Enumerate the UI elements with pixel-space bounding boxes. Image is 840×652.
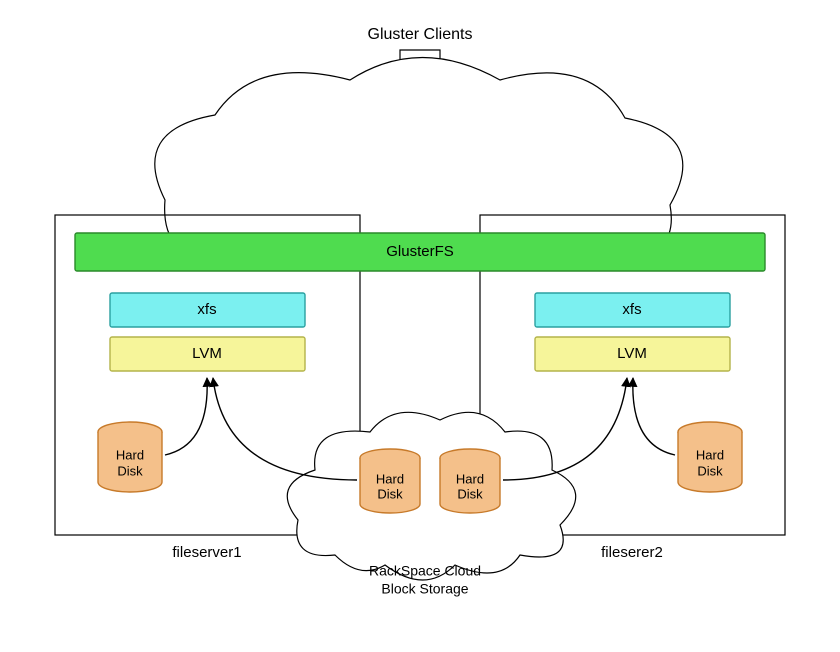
right-disk-icon: Hard Disk bbox=[678, 422, 742, 492]
cloud-line1: RackSpace Cloud bbox=[369, 563, 481, 579]
server-left-name: fileserver1 bbox=[172, 544, 241, 561]
arrow-rightdisk-to-lvm bbox=[633, 378, 675, 455]
glusterfs-label: GlusterFS bbox=[386, 243, 454, 260]
cloud-disk1-icon: Hard Disk bbox=[360, 449, 420, 513]
cloud-disk2-line1: Hard bbox=[456, 471, 484, 486]
cloud-line2: Block Storage bbox=[381, 581, 468, 597]
storage-cloud-icon bbox=[287, 412, 575, 580]
left-disk-icon: Hard Disk bbox=[98, 422, 162, 492]
left-lvm-label: LVM bbox=[192, 345, 222, 362]
cloud-disk1-line1: Hard bbox=[376, 471, 404, 486]
right-disk-line2: Disk bbox=[697, 463, 723, 478]
left-disk-line1: Hard bbox=[116, 447, 144, 462]
title-text: Gluster Clients bbox=[368, 26, 473, 43]
left-disk-line2: Disk bbox=[117, 463, 143, 478]
cloud-disk2-icon: Hard Disk bbox=[440, 449, 500, 513]
network-cloud-icon bbox=[155, 58, 683, 261]
cloud-disk2-line2: Disk bbox=[457, 486, 483, 501]
right-lvm-label: LVM bbox=[617, 345, 647, 362]
server-right-name: fileserer2 bbox=[601, 544, 663, 561]
arrow-leftdisk-to-lvm bbox=[165, 378, 207, 455]
left-xfs-label: xfs bbox=[197, 301, 216, 318]
right-xfs-label: xfs bbox=[622, 301, 641, 318]
right-disk-line1: Hard bbox=[696, 447, 724, 462]
cloud-disk1-line2: Disk bbox=[377, 486, 403, 501]
